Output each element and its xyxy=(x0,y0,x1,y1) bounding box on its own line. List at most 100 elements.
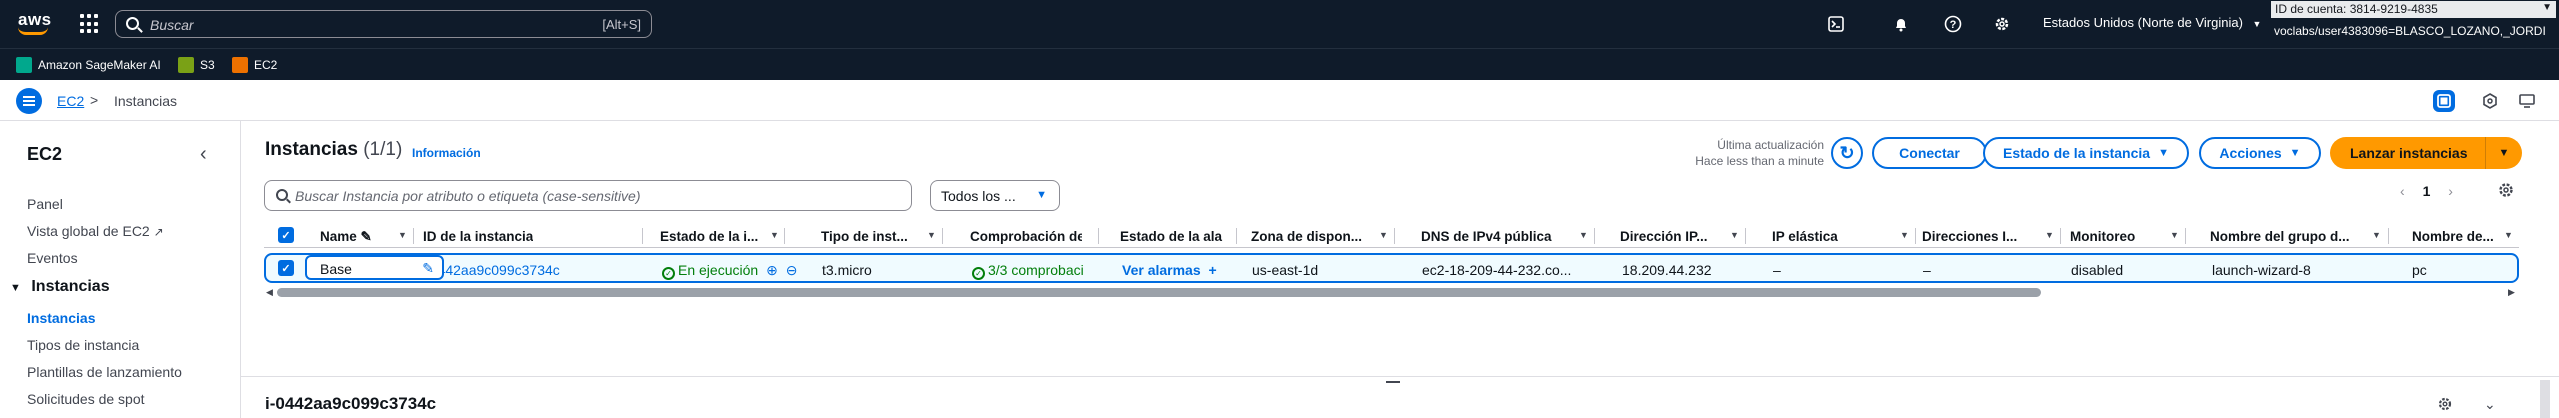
actions-button[interactable]: Acciones ▼ xyxy=(2199,137,2321,169)
column-key-name[interactable]: Nombre de... xyxy=(2412,229,2494,244)
sidebar-item-instances[interactable]: Instancias xyxy=(27,310,95,326)
column-az[interactable]: Zona de dispon... xyxy=(1251,229,1362,244)
aws-logo[interactable]: aws xyxy=(14,10,54,38)
plus-icon[interactable]: + xyxy=(1209,262,1217,278)
column-divider[interactable] xyxy=(1594,228,1595,244)
sort-icon[interactable]: ▼ xyxy=(1900,230,1909,240)
menu-toggle-button[interactable] xyxy=(16,88,42,114)
search-input[interactable]: Buscar [Alt+S] xyxy=(115,10,652,38)
column-divider[interactable] xyxy=(1236,228,1237,244)
sidebar-item-panel[interactable]: Panel xyxy=(27,196,63,212)
column-divider[interactable] xyxy=(642,228,643,244)
column-name[interactable]: Name ✎ xyxy=(320,229,372,245)
column-divider[interactable] xyxy=(1915,228,1916,244)
column-divider[interactable] xyxy=(2060,228,2061,244)
account-user[interactable]: voclabs/user4383096=BLASCO_LOZANO,_JORDI xyxy=(2274,24,2546,38)
column-divider[interactable] xyxy=(1394,228,1395,244)
cloudshell-icon[interactable] xyxy=(1825,13,1847,35)
sort-icon[interactable]: ▼ xyxy=(2372,230,2381,240)
column-checks[interactable]: Comprobación de xyxy=(970,229,1082,244)
pagination: ‹ 1 › xyxy=(2400,183,2453,199)
sidebar-item-events[interactable]: Eventos xyxy=(27,250,78,266)
column-state[interactable]: Estado de la i... xyxy=(660,229,774,244)
gear-icon[interactable] xyxy=(1991,13,2013,35)
sort-icon[interactable]: ▼ xyxy=(1379,230,1388,240)
chevron-down-icon[interactable]: ⌄ xyxy=(2484,396,2496,413)
services-grid-icon[interactable] xyxy=(80,14,100,34)
vertical-scrollbar[interactable] xyxy=(2540,380,2550,418)
chevron-left-icon[interactable]: ‹ xyxy=(200,143,207,166)
column-divider[interactable] xyxy=(1098,228,1099,244)
sort-icon[interactable]: ▼ xyxy=(2045,230,2054,240)
chevron-left-icon[interactable]: ‹ xyxy=(2400,183,2405,199)
help-icon[interactable]: ? xyxy=(1942,13,1964,35)
region-label: Estados Unidos (Norte de Virginia) xyxy=(2043,15,2243,30)
sidebar-item-launch-templates[interactable]: Plantillas de lanzamiento xyxy=(27,364,182,380)
sidebar-section-instances[interactable]: ▼ Instancias xyxy=(10,278,110,296)
select-all-checkbox[interactable]: ✓ xyxy=(278,227,294,243)
sort-icon[interactable]: ▼ xyxy=(770,230,779,240)
instance-state-button[interactable]: Estado de la instancia ▼ xyxy=(1983,137,2189,169)
sort-icon[interactable]: ▼ xyxy=(398,230,407,240)
horizontal-scrollbar[interactable] xyxy=(277,288,2041,297)
row-checkbox[interactable]: ✓ xyxy=(278,260,294,276)
column-ipv6[interactable]: Direcciones I... xyxy=(1922,229,2017,244)
favorite-sagemaker[interactable]: Amazon SageMaker AI xyxy=(16,57,161,73)
column-monitoring[interactable]: Monitoreo xyxy=(2070,229,2135,244)
page-number[interactable]: 1 xyxy=(2423,183,2431,199)
info-link[interactable]: Información xyxy=(412,146,481,160)
account-id[interactable]: ID de cuenta: 3814-9219-4835 ▼ xyxy=(2271,1,2556,18)
column-type[interactable]: Tipo de inst... xyxy=(821,229,908,244)
sidebar-item-spot-requests[interactable]: Solicitudes de spot xyxy=(27,391,145,407)
sidebar-item-global-view[interactable]: Vista global de EC2 ↗ xyxy=(27,223,164,239)
scroll-right-icon[interactable]: ▶ xyxy=(2508,287,2515,298)
connect-button[interactable]: Conectar xyxy=(1872,137,1987,169)
column-divider[interactable] xyxy=(413,228,414,244)
column-public-dns[interactable]: DNS de IPv4 pública xyxy=(1421,229,1552,244)
column-divider[interactable] xyxy=(784,228,785,244)
pencil-icon[interactable]: ✎ xyxy=(422,260,434,277)
column-alarms[interactable]: Estado de la ala xyxy=(1120,229,1234,244)
settings-hex-icon[interactable] xyxy=(2479,90,2501,112)
sort-icon[interactable]: ▼ xyxy=(927,230,936,240)
state-filter-select[interactable]: Todos los ... ▼ xyxy=(930,180,1060,211)
column-divider[interactable] xyxy=(2185,228,2186,244)
favorite-ec2[interactable]: EC2 xyxy=(232,57,277,73)
sidebar-item-instance-types[interactable]: Tipos de instancia xyxy=(27,337,139,353)
refresh-button[interactable]: ↻ xyxy=(1831,137,1863,169)
screen-share-icon[interactable] xyxy=(2516,90,2538,112)
resize-handle[interactable] xyxy=(1386,381,1400,387)
gear-icon[interactable] xyxy=(2437,396,2453,415)
aws-smile-icon xyxy=(18,27,48,35)
split-panel-icon[interactable] xyxy=(2433,90,2455,112)
cell-alarms[interactable]: Ver alarmas + xyxy=(1122,262,1217,278)
column-elastic-ip[interactable]: IP elástica xyxy=(1772,229,1838,244)
zoom-in-icon[interactable]: ⊕ xyxy=(766,262,778,278)
column-ip[interactable]: Dirección IP... xyxy=(1620,229,1708,244)
column-divider[interactable] xyxy=(2388,228,2389,244)
column-security-group[interactable]: Nombre del grupo d... xyxy=(2210,229,2350,244)
caret-down-icon[interactable]: ▼ xyxy=(2485,137,2522,169)
instance-filter-input[interactable]: Buscar Instancia por atributo o etiqueta… xyxy=(264,180,912,211)
favorites-bar: Amazon SageMaker AI S3 EC2 xyxy=(0,48,2559,80)
column-instance-id[interactable]: ID de la instancia xyxy=(423,229,533,244)
region-selector[interactable]: Estados Unidos (Norte de Virginia) ▼ xyxy=(2043,15,2261,30)
chevron-right-icon[interactable]: › xyxy=(2448,183,2453,199)
name-edit-field[interactable]: Base ✎ xyxy=(305,255,444,280)
sort-icon[interactable]: ▼ xyxy=(2504,230,2513,240)
breadcrumb-ec2[interactable]: EC2 xyxy=(57,93,84,109)
sort-icon[interactable]: ▼ xyxy=(1730,230,1739,240)
scroll-left-icon[interactable]: ◀ xyxy=(266,287,273,298)
sort-icon[interactable]: ▼ xyxy=(1579,230,1588,240)
column-divider[interactable] xyxy=(942,228,943,244)
favorite-s3[interactable]: S3 xyxy=(178,57,215,73)
launch-instances-button[interactable]: Lanzar instancias ▼ xyxy=(2330,137,2522,169)
zoom-out-icon[interactable]: ⊖ xyxy=(786,262,798,278)
bell-icon[interactable] xyxy=(1890,13,1912,35)
sort-icon[interactable]: ▼ xyxy=(2170,230,2179,240)
refresh-icon: ↻ xyxy=(1839,142,1855,163)
table-preferences-icon[interactable] xyxy=(2497,181,2517,201)
column-divider[interactable] xyxy=(1745,228,1746,244)
caret-down-icon: ▼ xyxy=(10,282,21,294)
table-row[interactable]: ✓ i-0442aa9c099c3734c ✓ En ejecución ⊕ ⊖ … xyxy=(264,253,2519,283)
